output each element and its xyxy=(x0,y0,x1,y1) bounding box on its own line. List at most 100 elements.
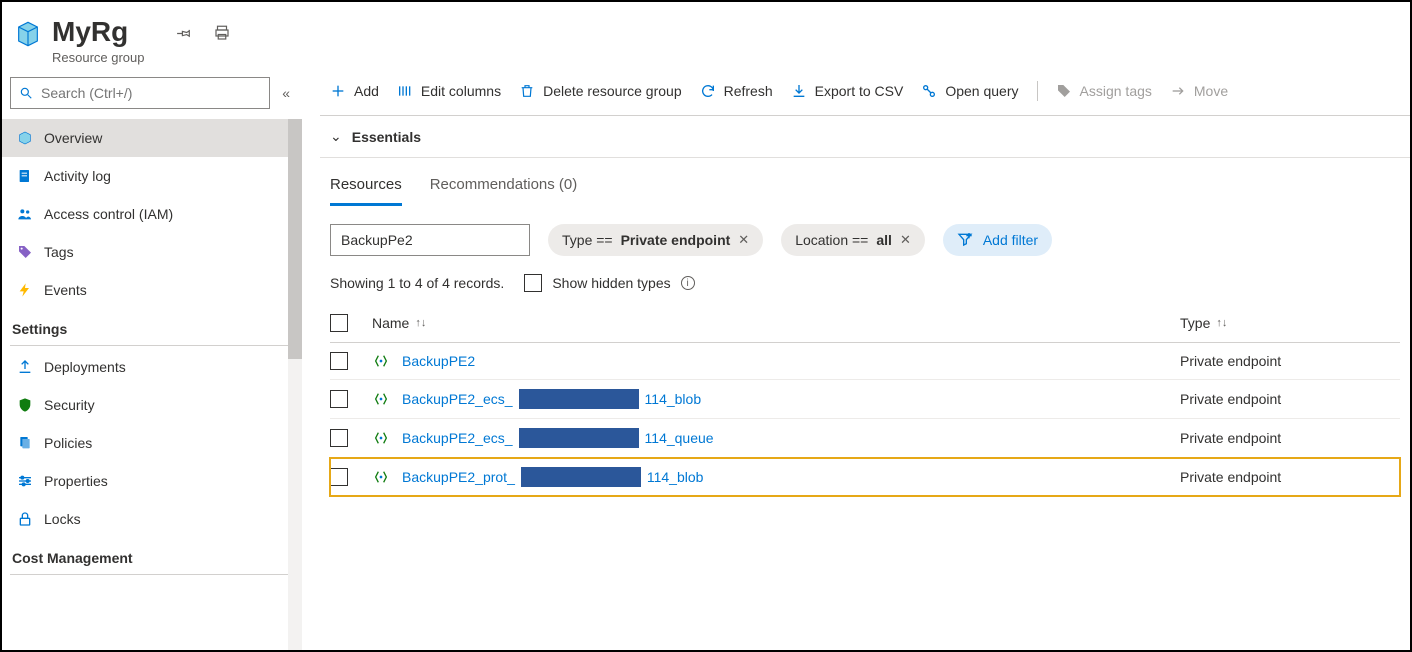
close-icon[interactable]: ✕ xyxy=(900,232,911,248)
row-checkbox[interactable] xyxy=(330,468,348,486)
filter-location-pill[interactable]: Location == all ✕ xyxy=(781,224,925,256)
move-button[interactable]: Move xyxy=(1170,83,1228,99)
add-button[interactable]: Add xyxy=(330,83,379,99)
table-row[interactable]: BackupPE2_ecs_114_blob Private endpoint xyxy=(330,380,1400,419)
add-filter-button[interactable]: Add filter xyxy=(943,224,1052,256)
sidebar-scrollbar[interactable]: ▲ xyxy=(288,119,302,650)
records-count: Showing 1 to 4 of 4 records. xyxy=(330,275,504,291)
sidebar-item-activity-log[interactable]: Activity log xyxy=(2,157,302,195)
sidebar-section-settings: Settings xyxy=(2,309,302,343)
tag-icon xyxy=(16,243,34,261)
row-checkbox[interactable] xyxy=(330,429,348,447)
page-title: MyRg xyxy=(52,16,145,48)
assign-tags-button[interactable]: Assign tags xyxy=(1056,83,1152,99)
sidebar-item-security[interactable]: Security xyxy=(2,386,302,424)
policy-icon xyxy=(16,434,34,452)
print-icon[interactable] xyxy=(213,24,231,42)
table-row[interactable]: BackupPE2_ecs_114_queue Private endpoint xyxy=(330,419,1400,458)
sidebar-item-label: Locks xyxy=(44,511,81,527)
row-checkbox[interactable] xyxy=(330,390,348,408)
redacted-segment xyxy=(519,428,639,448)
private-endpoint-icon xyxy=(372,429,390,447)
close-icon[interactable]: ✕ xyxy=(738,232,749,248)
redacted-segment xyxy=(521,467,641,487)
edit-columns-button[interactable]: Edit columns xyxy=(397,83,501,99)
sidebar-scrollbar-thumb[interactable] xyxy=(288,119,302,359)
tab-resources[interactable]: Resources xyxy=(330,176,402,206)
sidebar-item-tags[interactable]: Tags xyxy=(2,233,302,271)
sidebar-section-cost: Cost Management xyxy=(2,538,302,572)
sidebar-item-locks[interactable]: Locks xyxy=(2,500,302,538)
show-hidden-checkbox[interactable] xyxy=(524,274,542,292)
page-subtitle: Resource group xyxy=(52,50,145,65)
column-type-header[interactable]: Type ↑↓ xyxy=(1180,315,1400,331)
page-header: MyRg Resource group xyxy=(2,2,1410,71)
chevron-down-icon: ⌄ xyxy=(330,128,342,145)
pin-icon[interactable] xyxy=(175,24,193,42)
table-row[interactable]: BackupPE2_prot_114_blob Private endpoint xyxy=(330,458,1400,496)
sidebar-item-overview[interactable]: Overview xyxy=(2,119,302,157)
sidebar-item-deployments[interactable]: Deployments xyxy=(2,348,302,386)
sidebar-item-label: Overview xyxy=(44,130,102,146)
filter-text-input[interactable] xyxy=(330,224,530,256)
tab-recommendations[interactable]: Recommendations (0) xyxy=(430,176,578,206)
sidebar-item-access-control[interactable]: Access control (IAM) xyxy=(2,195,302,233)
sort-icon: ↑↓ xyxy=(1216,317,1227,329)
redacted-segment xyxy=(519,389,639,409)
trash-icon xyxy=(519,83,535,99)
filter-type-pill[interactable]: Type == Private endpoint ✕ xyxy=(548,224,763,256)
refresh-button[interactable]: Refresh xyxy=(700,83,773,99)
sidebar-item-label: Security xyxy=(44,397,95,413)
status-row: Showing 1 to 4 of 4 records. Show hidden… xyxy=(320,268,1410,308)
sidebar-search-input[interactable] xyxy=(41,85,261,101)
arrow-right-icon xyxy=(1170,83,1186,99)
cube-icon xyxy=(16,129,34,147)
filter-row: Type == Private endpoint ✕ Location == a… xyxy=(320,206,1410,268)
table-row[interactable]: BackupPE2 Private endpoint xyxy=(330,343,1400,380)
sidebar-search[interactable] xyxy=(10,77,270,109)
resource-link[interactable]: BackupPE2 xyxy=(402,353,475,369)
private-endpoint-icon xyxy=(372,390,390,408)
toolbar: Add Edit columns Delete resource group R… xyxy=(320,71,1410,116)
open-query-button[interactable]: Open query xyxy=(921,83,1018,99)
export-csv-button[interactable]: Export to CSV xyxy=(791,83,904,99)
delete-rg-button[interactable]: Delete resource group xyxy=(519,83,682,99)
sidebar-item-properties[interactable]: Properties xyxy=(2,462,302,500)
resource-link[interactable]: BackupPE2_ecs_ xyxy=(402,430,513,446)
resource-type: Private endpoint xyxy=(1180,353,1400,369)
table-header: Name ↑↓ Type ↑↓ xyxy=(330,308,1400,343)
sidebar-item-events[interactable]: Events xyxy=(2,271,302,309)
tabs: Resources Recommendations (0) xyxy=(320,158,1410,206)
sliders-icon xyxy=(16,472,34,490)
sidebar: « Overview Activity log Access control (… xyxy=(2,71,302,650)
essentials-toggle[interactable]: ⌄ Essentials xyxy=(320,116,1410,158)
main-content: Add Edit columns Delete resource group R… xyxy=(302,71,1410,650)
download-icon xyxy=(791,83,807,99)
resource-type: Private endpoint xyxy=(1180,391,1400,407)
refresh-icon xyxy=(700,83,716,99)
tag-icon xyxy=(1056,83,1072,99)
column-name-header[interactable]: Name ↑↓ xyxy=(372,315,1168,331)
sidebar-collapse-button[interactable]: « xyxy=(278,81,294,105)
lightning-icon xyxy=(16,281,34,299)
select-all-checkbox[interactable] xyxy=(330,314,348,332)
sidebar-item-label: Deployments xyxy=(44,359,126,375)
upload-icon xyxy=(16,358,34,376)
sidebar-item-label: Properties xyxy=(44,473,108,489)
sidebar-item-policies[interactable]: Policies xyxy=(2,424,302,462)
resource-link[interactable]: BackupPE2_prot_ xyxy=(402,469,515,485)
info-icon[interactable]: i xyxy=(681,276,695,290)
lock-icon xyxy=(16,510,34,528)
sidebar-item-label: Events xyxy=(44,282,87,298)
sidebar-item-label: Access control (IAM) xyxy=(44,206,173,222)
people-icon xyxy=(16,205,34,223)
plus-icon xyxy=(330,83,346,99)
query-icon xyxy=(921,83,937,99)
private-endpoint-icon xyxy=(372,352,390,370)
row-checkbox[interactable] xyxy=(330,352,348,370)
search-icon xyxy=(19,86,33,100)
shield-icon xyxy=(16,396,34,414)
sidebar-item-label: Policies xyxy=(44,435,92,451)
resource-group-icon xyxy=(14,20,42,48)
resource-link[interactable]: BackupPE2_ecs_ xyxy=(402,391,513,407)
